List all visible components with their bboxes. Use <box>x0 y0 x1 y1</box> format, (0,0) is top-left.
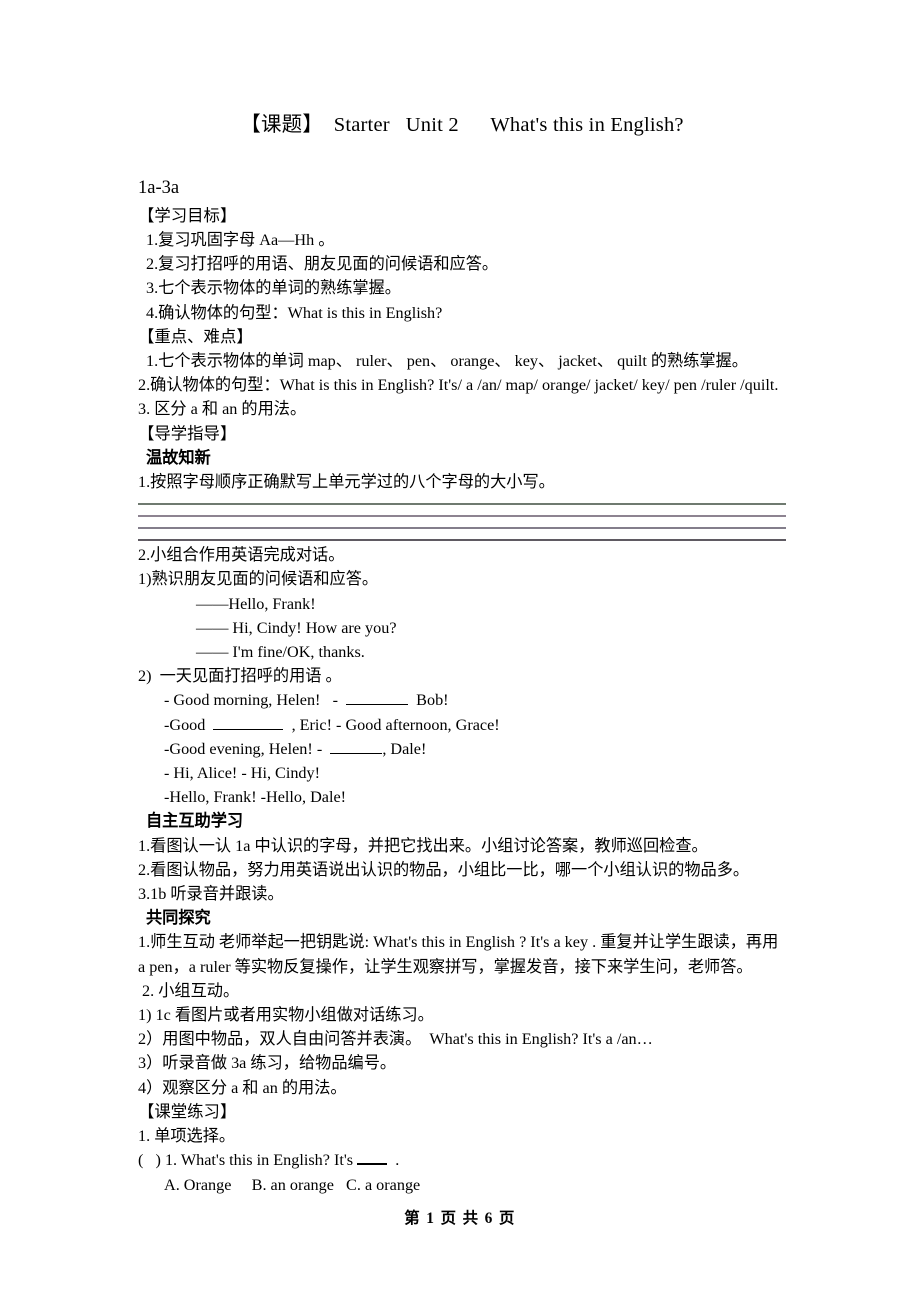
dialogue2-line-1-text-a: - Good morning, Helen! - <box>164 691 347 710</box>
dialogue2-line-2-text-a: -Good <box>164 715 214 734</box>
lesson-subtitle: 1a-3a <box>138 177 180 198</box>
dialogue2-line-2: -Good , Eric! - Good afternoon, Grace! <box>138 713 786 737</box>
review-task-2: 2.小组合作用英语完成对话。 <box>138 546 345 565</box>
inquiry-sub-item-3: 3）听录音做 3a 练习，给物品编号。 <box>138 1054 397 1073</box>
inquiry-sub-item-4: 4）观察区分 a 和 an 的用法。 <box>138 1078 347 1097</box>
review-sub-1: 1)熟识朋友见面的问候语和应答。 <box>138 570 379 589</box>
objectives-item-3: 3.七个表示物体的单词的熟练掌握。 <box>146 279 401 298</box>
objectives-item-4: 4.确认物体的句型：What is this in English? <box>146 303 443 322</box>
self-study-item-3: 3.1b 听录音并跟读。 <box>138 885 284 904</box>
fill-blank[interactable] <box>346 691 409 706</box>
answer-rule <box>138 503 786 506</box>
key-points-item-3: 3. 区分 a 和 an 的用法。 <box>138 400 307 419</box>
inquiry-sub-item-1: 1) 1c 看图片或者用实物小组做对话练习。 <box>138 1006 434 1025</box>
key-points-heading: 【重点、难点】 <box>138 326 253 346</box>
objectives-item-2: 2.复习打招呼的用语、朋友见面的问候语和应答。 <box>146 255 499 274</box>
dialogue1-line-2: —— Hi, Cindy! How are you? <box>196 618 397 637</box>
fill-blank[interactable] <box>330 740 383 754</box>
review-task-1: 1.按照字母顺序正确默写上单元学过的八个字母的大小写。 <box>138 473 555 492</box>
dialogue2-line-1: - Good morning, Helen! - Bob! <box>138 688 786 712</box>
dialogue2-line-5: -Hello, Frank! -Hello, Dale! <box>164 788 347 807</box>
answer-rule <box>138 539 786 542</box>
page-title: 【课题】 Starter Unit 2 What's this in Engli… <box>240 114 684 136</box>
dialogue2-line-2-text-b: , Eric! - Good afternoon, Grace! <box>283 715 500 734</box>
exercise-question-1-text-b: . <box>387 1151 400 1170</box>
dialogue1-line-1: ——Hello, Frank! <box>196 594 316 613</box>
self-study-item-2: 2.看图认物品，努力用英语说出认识的物品，小组比一比，哪一个小组认识的物品多。 <box>138 860 750 879</box>
inquiry-sub-item-2: 2）用图中物品，双人自由问答并表演。 What's this in Englis… <box>138 1030 653 1049</box>
dialogue2-line-4: - Hi, Alice! - Hi, Cindy! <box>164 764 321 783</box>
inquiry-heading: 共同探究 <box>146 909 211 928</box>
review-heading: 温故知新 <box>146 448 211 467</box>
dialogue2-line-3-text-b: , Dale! <box>382 739 427 758</box>
exercise-question-1-text-a: ( ) 1. What's this in English? It's <box>138 1151 358 1170</box>
objectives-item-1: 1.复习巩固字母 Aa—Hh 。 <box>146 230 335 249</box>
fill-blank[interactable] <box>357 1152 388 1166</box>
dialogue2-line-3-text-a: -Good evening, Helen! - <box>164 739 331 758</box>
exercises-heading: 【课堂练习】 <box>138 1101 237 1121</box>
answer-rule <box>138 515 786 518</box>
dialogue2-line-3: -Good evening, Helen! - , Dale! <box>138 737 786 761</box>
exercises-section-1: 1. 单项选择。 <box>138 1127 236 1146</box>
self-study-item-1: 1.看图认一认 1a 中认识的字母，并把它找出来。小组讨论答案，教师巡回检查。 <box>138 836 708 855</box>
review-sub-2: 2) 一天见面打招呼的用语 。 <box>138 667 342 686</box>
objectives-heading: 【学习目标】 <box>138 205 237 225</box>
dialogue1-line-3: —— I'm fine/OK, thanks. <box>196 643 365 662</box>
answer-blank-lines <box>138 494 786 543</box>
exercise-question-1: ( ) 1. What's this in English? It's . <box>138 1148 786 1172</box>
document-page: 【课题】 Starter Unit 2 What's this in Engli… <box>0 0 920 1302</box>
key-points-item-2: 2.确认物体的句型：What is this in English? It's/… <box>138 376 779 395</box>
guidance-heading: 【导学指导】 <box>138 423 237 443</box>
self-study-heading: 自主互助学习 <box>146 812 244 831</box>
page-footer: 第 1 页 共 6 页 <box>404 1210 516 1227</box>
dialogue2-line-1-text-b: Bob! <box>408 691 449 710</box>
answer-rule <box>138 527 786 530</box>
inquiry-item-2: 2. 小组互动。 <box>138 981 240 1000</box>
document-content: 【课题】 Starter Unit 2 What's this in Engli… <box>138 0 786 1197</box>
fill-blank[interactable] <box>213 716 284 730</box>
key-points-item-1: 1.七个表示物体的单词 map、 ruler、 pen、 orange、 key… <box>146 352 748 370</box>
inquiry-item-1: 1.师生互动 老师举起一把钥匙说: What's this in English… <box>138 933 783 976</box>
exercise-question-1-options: A. Orange B. an orange C. a orange <box>164 1175 421 1194</box>
